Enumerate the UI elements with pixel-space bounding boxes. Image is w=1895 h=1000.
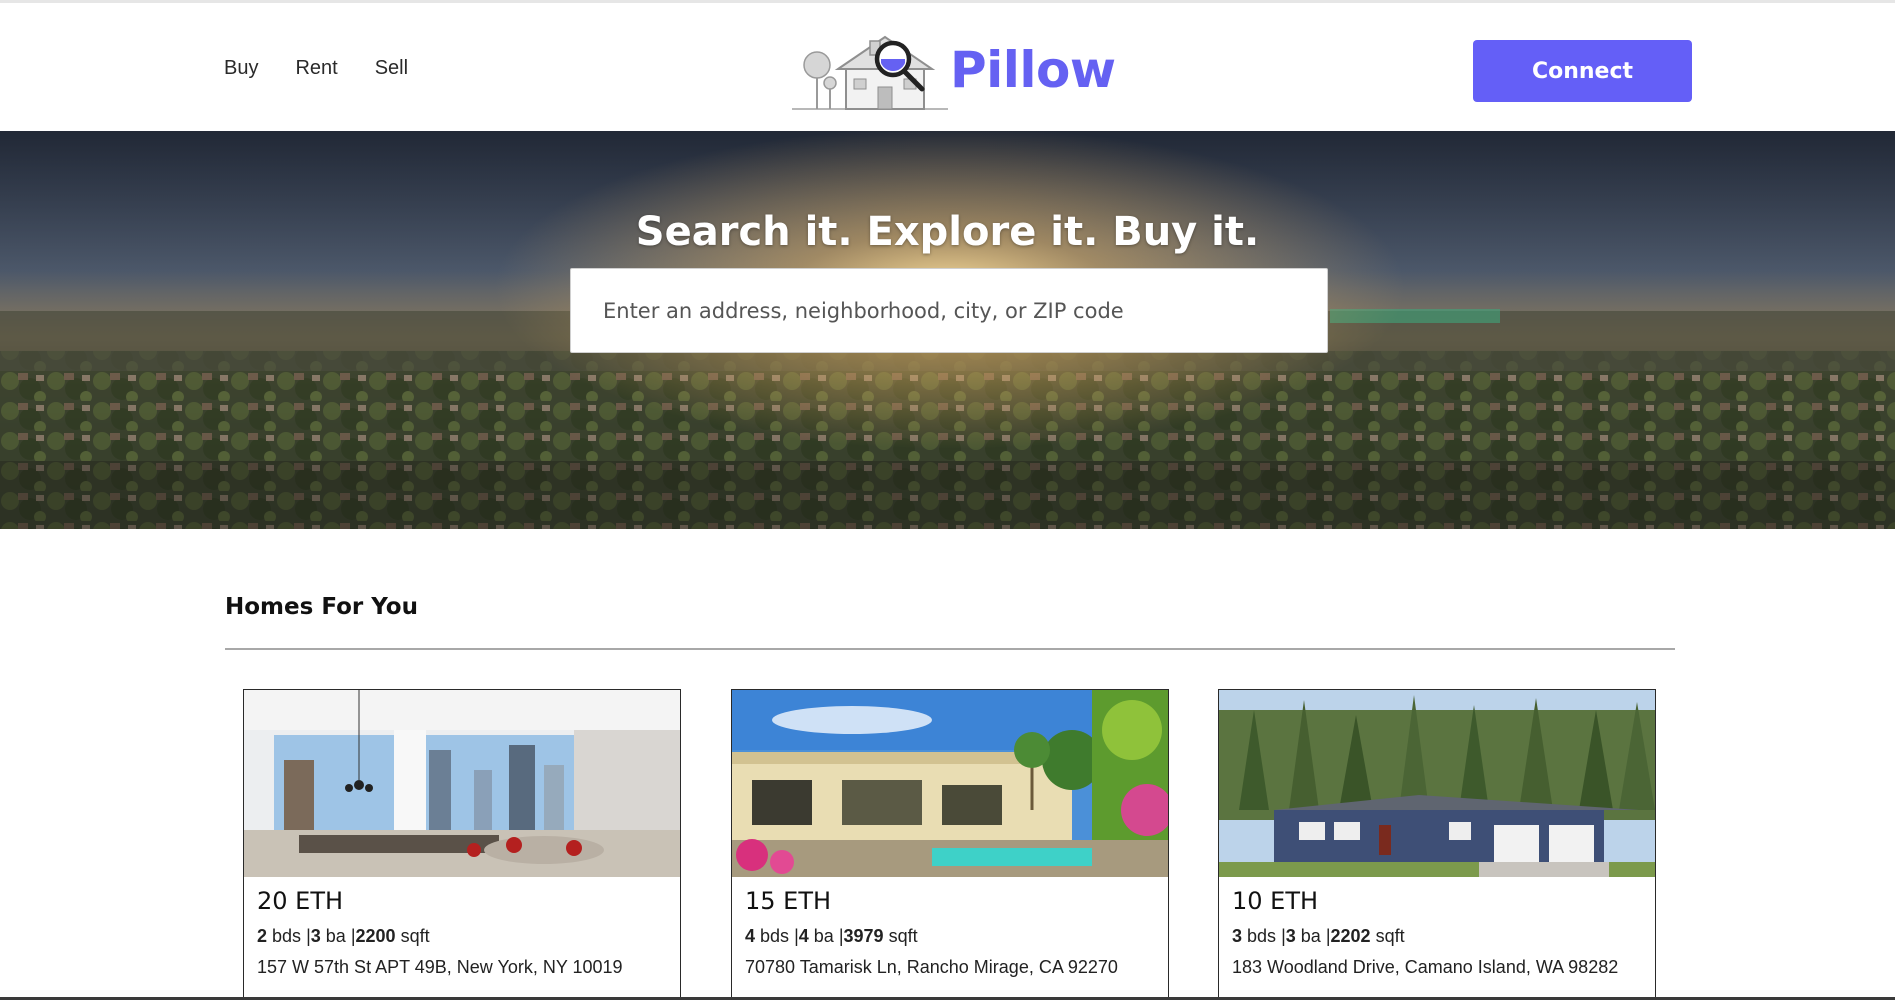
home-address: 183 Woodland Drive, Camano Island, WA 98… bbox=[1232, 957, 1619, 977]
home-address: 157 W 57th St APT 49B, New York, NY 1001… bbox=[257, 957, 623, 977]
brand-name: Pillow bbox=[950, 41, 1116, 99]
nav-sell-link[interactable]: Sell bbox=[375, 57, 408, 80]
home-card[interactable]: 10 ETH 3 bds |3 ba |2202 sqft 183 Woodla… bbox=[1218, 689, 1656, 1000]
section-divider bbox=[225, 648, 1675, 650]
home-price: 10 ETH bbox=[1232, 887, 1319, 915]
sqft-unit: sqft bbox=[888, 926, 918, 946]
homes-section-title: Homes For You bbox=[225, 594, 418, 620]
baths-unit: ba bbox=[1300, 926, 1321, 946]
home-price: 20 ETH bbox=[257, 887, 344, 915]
home-address: 70780 Tamarisk Ln, Rancho Mirage, CA 922… bbox=[745, 957, 1118, 977]
connect-button[interactable]: Connect bbox=[1473, 40, 1692, 102]
hero-title: Search it. Explore it. Buy it. bbox=[635, 209, 1260, 255]
baths-count: 4 bbox=[798, 926, 809, 946]
baths-count: 3 bbox=[310, 926, 321, 946]
beds-unit: bds bbox=[1247, 926, 1277, 946]
baths-unit: ba bbox=[325, 926, 346, 946]
sqft-count: 2200 bbox=[355, 926, 396, 946]
sqft-count: 2202 bbox=[1330, 926, 1371, 946]
brand-logo[interactable]: Pillow bbox=[790, 29, 1116, 111]
sqft-unit: sqft bbox=[1375, 926, 1405, 946]
main-nav: Buy Rent Sell bbox=[224, 57, 408, 80]
sqft-unit: sqft bbox=[400, 926, 430, 946]
nav-buy-link[interactable]: Buy bbox=[224, 57, 258, 80]
beds-count: 2 bbox=[257, 926, 268, 946]
sqft-count: 3979 bbox=[843, 926, 884, 946]
beds-count: 3 bbox=[1232, 926, 1243, 946]
search-input[interactable] bbox=[570, 268, 1328, 353]
beds-unit: bds bbox=[272, 926, 302, 946]
home-photo bbox=[244, 690, 680, 877]
baths-unit: ba bbox=[813, 926, 834, 946]
house-magnifier-icon bbox=[792, 35, 948, 110]
hero-banner: Search it. Explore it. Buy it. bbox=[0, 131, 1895, 529]
home-price: 15 ETH bbox=[745, 887, 832, 915]
nav-rent-link[interactable]: Rent bbox=[295, 57, 337, 80]
home-photo bbox=[1219, 690, 1655, 877]
home-specs: 3 bds |3 ba |2202 sqft bbox=[1232, 926, 1405, 946]
home-card[interactable]: 15 ETH 4 bds |4 ba |3979 sqft 70780 Tama… bbox=[731, 689, 1169, 1000]
beds-unit: bds bbox=[760, 926, 790, 946]
beds-count: 4 bbox=[745, 926, 756, 946]
home-specs: 4 bds |4 ba |3979 sqft bbox=[745, 926, 918, 946]
baths-count: 3 bbox=[1285, 926, 1296, 946]
home-specs: 2 bds |3 ba |2200 sqft bbox=[257, 926, 430, 946]
home-card[interactable]: 20 ETH 2 bds |3 ba |2200 sqft 157 W 57th… bbox=[243, 689, 681, 1000]
home-photo bbox=[732, 690, 1168, 877]
site-header: Buy Rent Sell Pillow Connect bbox=[0, 3, 1895, 131]
